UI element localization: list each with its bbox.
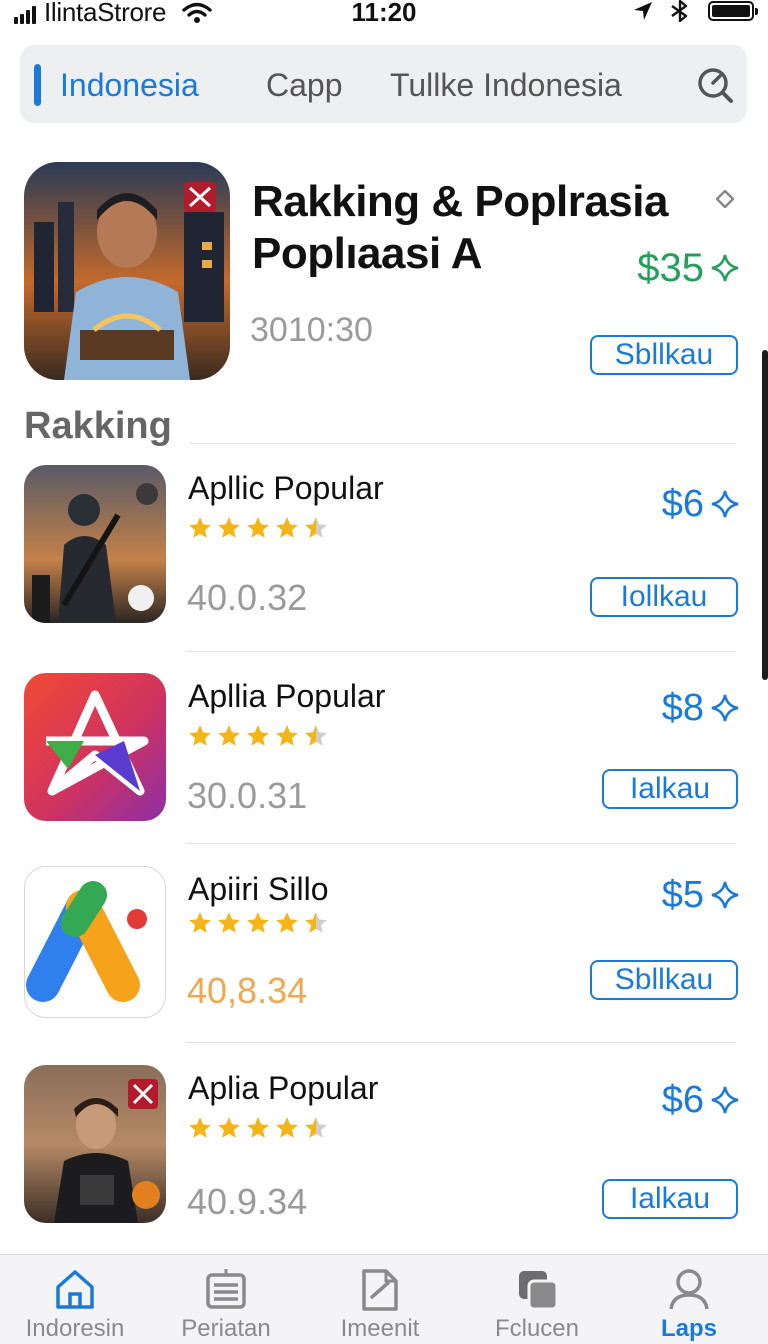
tab-periatan[interactable]: Periatan bbox=[151, 1267, 301, 1343]
app-price-value: $6 bbox=[661, 483, 704, 525]
person-icon bbox=[669, 1269, 709, 1310]
app-version: 30.0.31 bbox=[187, 775, 308, 816]
list-item[interactable]: Apllic Popular 40.0.32 $6 Iollkau bbox=[0, 465, 768, 655]
diamond-icon bbox=[716, 190, 734, 208]
star-icon bbox=[218, 912, 240, 933]
app-name: Apllia Popular bbox=[188, 678, 386, 714]
app-name: Apiiri Sillo bbox=[188, 871, 329, 907]
star-icon bbox=[247, 912, 269, 933]
app-price-value: $6 bbox=[661, 1079, 704, 1121]
app-icon bbox=[24, 673, 166, 821]
list-item[interactable]: Apllia Popular 30.0.31 $8 Ialkau bbox=[0, 673, 768, 863]
app-version: 40.0.32 bbox=[187, 577, 308, 618]
star-icon bbox=[218, 517, 240, 538]
star-icon bbox=[247, 1117, 269, 1138]
get-button[interactable]: Ialkau bbox=[602, 1179, 738, 1219]
app-version: 40,8.34 bbox=[187, 970, 308, 1011]
rating-stars bbox=[186, 910, 330, 936]
app-price-value: $8 bbox=[661, 687, 704, 729]
get-button[interactable]: Iollkau bbox=[590, 577, 738, 617]
tab-label: Indoresin bbox=[25, 1315, 125, 1342]
rating-stars bbox=[186, 1115, 330, 1141]
sparkle-icon bbox=[711, 694, 739, 722]
star-icon bbox=[218, 725, 240, 746]
document-icon bbox=[362, 1269, 398, 1311]
list-item[interactable]: Apiiri Sillo 40,8.34 $5 Sbllkau bbox=[0, 866, 768, 1056]
star-icon bbox=[218, 1117, 240, 1138]
star-icon bbox=[189, 725, 211, 746]
divider bbox=[186, 651, 736, 652]
get-button[interactable]: Ialkau bbox=[602, 769, 738, 809]
divider bbox=[186, 1042, 736, 1043]
star-icon bbox=[305, 725, 327, 746]
sparkle-icon bbox=[711, 1086, 739, 1114]
tab-laps[interactable]: Laps bbox=[614, 1267, 764, 1343]
app-name: Apllic Popular bbox=[188, 470, 384, 506]
category-bar: Indonesia Capp Tullke Indonesia bbox=[20, 45, 747, 123]
app-version: 40.9.34 bbox=[187, 1181, 308, 1222]
star-icon bbox=[189, 912, 211, 933]
status-right bbox=[632, 0, 758, 22]
section-title: Rakking bbox=[24, 405, 172, 447]
star-icon bbox=[305, 517, 327, 538]
sparkle-icon bbox=[711, 254, 739, 282]
home-icon bbox=[56, 1270, 94, 1309]
app-price: $5 bbox=[662, 872, 740, 918]
app-price-value: $5 bbox=[661, 874, 704, 916]
app-price: $6 bbox=[662, 1077, 740, 1123]
tab-tullke-indonesia[interactable]: Tullke Indonesia bbox=[390, 65, 622, 105]
sparkle-icon bbox=[711, 490, 739, 518]
featured-app-icon[interactable] bbox=[24, 162, 230, 380]
tab-indonesia[interactable]: Indonesia bbox=[60, 65, 199, 105]
tab-fclucen[interactable]: Fclucen bbox=[462, 1267, 612, 1343]
app-price: $8 bbox=[662, 685, 740, 731]
star-icon bbox=[189, 1117, 211, 1138]
star-icon bbox=[247, 517, 269, 538]
star-icon bbox=[247, 725, 269, 746]
list-icon bbox=[206, 1269, 246, 1309]
app-icon bbox=[24, 1065, 166, 1223]
star-icon bbox=[276, 1117, 298, 1138]
stack-icon bbox=[519, 1271, 559, 1311]
tab-imeenit[interactable]: Imeenit bbox=[305, 1267, 455, 1343]
app-price: $6 bbox=[662, 481, 740, 527]
tab-bar: Indoresin Periatan Imeenit Fclucen Laps bbox=[0, 1254, 768, 1344]
star-icon bbox=[305, 1117, 327, 1138]
active-tab-indicator bbox=[34, 64, 41, 106]
rating-stars bbox=[186, 515, 330, 541]
location-icon bbox=[634, 2, 652, 20]
bluetooth-icon bbox=[671, 0, 688, 22]
search-icon[interactable] bbox=[695, 65, 735, 105]
featured-price: $35 bbox=[637, 244, 740, 292]
tab-label: Imeenit bbox=[340, 1315, 420, 1342]
star-icon bbox=[276, 517, 298, 538]
featured-version: 3010:30 bbox=[250, 311, 373, 349]
star-icon bbox=[276, 725, 298, 746]
app-icon bbox=[24, 866, 166, 1018]
sparkle-icon bbox=[711, 881, 739, 909]
featured-get-button[interactable]: Sbllkau bbox=[590, 335, 738, 375]
divider bbox=[190, 443, 736, 444]
tab-capp[interactable]: Capp bbox=[266, 65, 343, 105]
divider bbox=[186, 843, 736, 844]
app-icon bbox=[24, 465, 166, 623]
get-button[interactable]: Sbllkau bbox=[590, 960, 738, 1000]
tab-label: Fclucen bbox=[494, 1315, 580, 1342]
star-icon bbox=[189, 517, 211, 538]
rating-stars bbox=[186, 723, 330, 749]
featured-price-value: $35 bbox=[637, 246, 704, 290]
star-icon bbox=[305, 912, 327, 933]
tab-home[interactable]: Indoresin bbox=[0, 1267, 150, 1343]
list-item[interactable]: Aplia Popular 40.9.34 $6 Ialkau bbox=[0, 1065, 768, 1255]
tab-label: Laps bbox=[660, 1315, 717, 1342]
tab-label: Periatan bbox=[181, 1315, 271, 1342]
status-bar: IlintaStrore 11:20 bbox=[0, 0, 768, 28]
app-name: Aplia Popular bbox=[188, 1070, 379, 1106]
battery-icon bbox=[708, 1, 758, 21]
star-icon bbox=[276, 912, 298, 933]
